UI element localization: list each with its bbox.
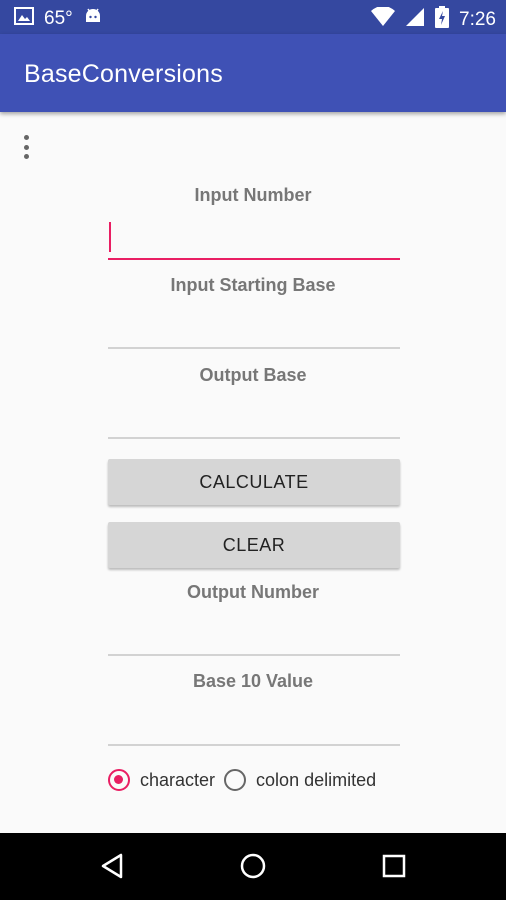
input-starting-base-field[interactable] xyxy=(108,309,400,349)
gallery-icon xyxy=(14,7,34,30)
radio-unchecked-icon[interactable] xyxy=(224,769,247,791)
output-number-label: Output Number xyxy=(187,582,319,602)
navigation-bar xyxy=(0,833,506,900)
radio-character-label: character xyxy=(140,769,216,790)
battery-icon xyxy=(435,6,450,33)
output-base-label: Output Base xyxy=(199,365,307,385)
radio-checked-icon[interactable] xyxy=(108,769,130,791)
input-starting-base-label: Input Starting Base xyxy=(170,275,336,295)
radio-character[interactable]: character xyxy=(108,769,215,791)
calculate-button[interactable]: CALCULATE xyxy=(108,459,400,505)
output-base-field[interactable] xyxy=(108,399,400,439)
base10-value-field[interactable] xyxy=(108,706,400,746)
app-title: BaseConversions xyxy=(24,60,223,88)
app-bar: BaseConversions xyxy=(0,34,506,112)
status-bar: 65° 7:26 xyxy=(0,0,506,34)
clear-button[interactable]: CLEAR xyxy=(108,522,400,568)
android-icon xyxy=(83,6,103,31)
format-radio-group: character colon delimited xyxy=(108,764,385,796)
wifi-icon xyxy=(371,6,396,32)
input-number-field[interactable] xyxy=(108,220,400,260)
temperature-text: 65° xyxy=(44,7,73,29)
home-icon[interactable] xyxy=(238,851,268,881)
text-cursor xyxy=(109,222,111,252)
radio-colon-delimited-label: colon delimited xyxy=(256,769,377,790)
recents-icon[interactable] xyxy=(379,851,409,881)
input-number-label: Input Number xyxy=(194,185,312,205)
clock-text: 7:26 xyxy=(459,8,496,30)
radio-colon-delimited[interactable]: colon delimited xyxy=(224,769,376,791)
signal-icon xyxy=(405,7,425,32)
output-number-field[interactable] xyxy=(108,616,400,656)
overflow-menu-icon[interactable] xyxy=(16,132,36,162)
back-icon[interactable] xyxy=(98,851,128,881)
base10-value-label: Base 10 Value xyxy=(192,671,314,691)
